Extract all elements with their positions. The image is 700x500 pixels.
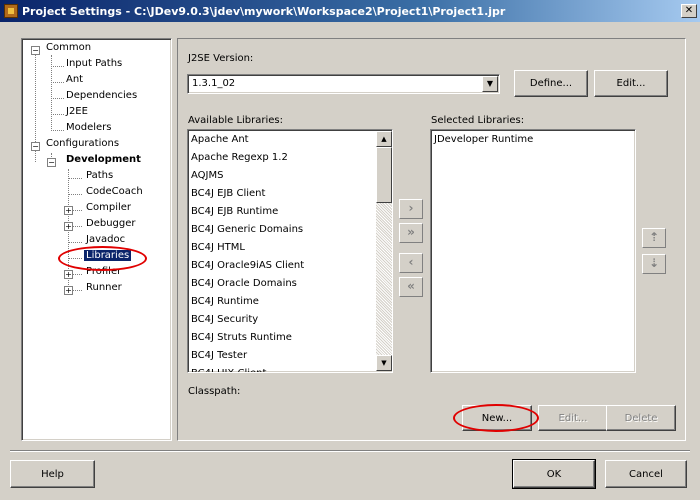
tree-item-libraries[interactable]: Libraries — [84, 250, 132, 261]
list-item[interactable]: BC4J Security — [191, 311, 258, 329]
j2se-version-label: J2SE Version: — [188, 53, 254, 64]
tree-connector — [51, 98, 64, 99]
available-scrollbar[interactable]: ▲ ▼ — [376, 131, 392, 371]
list-item[interactable]: BC4J Generic Domains — [191, 221, 303, 239]
scroll-down-icon[interactable]: ▼ — [376, 355, 392, 371]
tree-item-ant[interactable]: Ant — [64, 74, 85, 85]
window-title: Project Settings - C:\JDev9.0.3\jdev\myw… — [22, 4, 506, 18]
expand-icon[interactable]: + — [64, 222, 73, 231]
list-item[interactable]: BC4J UIX Client — [191, 365, 266, 372]
tree-connector — [73, 210, 82, 211]
help-button[interactable]: Help — [10, 460, 95, 488]
edit-j2se-button[interactable]: Edit... — [594, 70, 668, 97]
tree-connector — [73, 290, 82, 291]
tree-connector — [73, 274, 82, 275]
remove-library-button[interactable]: ‹ — [399, 253, 423, 273]
list-item[interactable]: AQJMS — [191, 167, 223, 185]
tree-item-configurations[interactable]: Configurations — [44, 138, 121, 149]
tree-connector — [68, 194, 82, 195]
tree-item-profiler[interactable]: Profiler — [84, 266, 123, 277]
classpath-label: Classpath: — [188, 386, 241, 397]
tree-connector — [68, 242, 82, 243]
tree-item-dependencies[interactable]: Dependencies — [64, 90, 139, 101]
cancel-button[interactable]: Cancel — [605, 460, 687, 488]
add-library-button[interactable]: › — [399, 199, 423, 219]
tree-item-development[interactable]: Development — [64, 154, 143, 165]
tree-connector — [68, 258, 82, 259]
define-button[interactable]: Define... — [514, 70, 588, 97]
window-close-button[interactable]: ✕ — [681, 4, 697, 18]
tree-connector — [51, 82, 64, 83]
list-item[interactable]: BC4J Oracle Domains — [191, 275, 297, 293]
list-item[interactable]: BC4J EJB Client — [191, 185, 265, 203]
title-bar[interactable]: Project Settings - C:\JDev9.0.3\jdev\myw… — [0, 0, 700, 22]
list-item[interactable]: BC4J HTML — [191, 239, 245, 257]
list-item[interactable]: JDeveloper Runtime — [434, 131, 533, 149]
tree-item-debugger[interactable]: Debugger — [84, 218, 138, 229]
dialog-divider — [10, 450, 690, 452]
j2se-version-value: 1.3.1_02 — [192, 78, 236, 89]
list-item[interactable]: BC4J Runtime — [191, 293, 259, 311]
settings-tree[interactable]: − Common Input Paths Ant Dependencies J2… — [21, 38, 172, 441]
expand-icon[interactable]: + — [64, 286, 73, 295]
tree-item-input-paths[interactable]: Input Paths — [64, 58, 124, 69]
tree-item-paths[interactable]: Paths — [84, 170, 115, 181]
tree-item-javadoc[interactable]: Javadoc — [84, 234, 127, 245]
chevron-down-icon[interactable]: ▼ — [482, 76, 498, 92]
tree-connector — [51, 114, 64, 115]
j2se-version-combo[interactable]: 1.3.1_02 ▼ — [187, 74, 500, 94]
list-item[interactable]: BC4J Oracle9iAS Client — [191, 257, 304, 275]
available-libraries-label: Available Libraries: — [188, 115, 283, 126]
remove-all-libraries-button[interactable]: « — [399, 277, 423, 297]
ok-button[interactable]: OK — [512, 459, 596, 489]
tree-item-common[interactable]: Common — [44, 42, 93, 53]
tree-connector — [51, 130, 64, 131]
collapse-icon[interactable]: − — [31, 142, 40, 151]
tree-item-modelers[interactable]: Modelers — [64, 122, 114, 133]
list-item[interactable]: BC4J Tester — [191, 347, 247, 365]
tree-item-runner[interactable]: Runner — [84, 282, 124, 293]
jdeveloper-app-icon — [4, 4, 18, 18]
selected-libraries-label: Selected Libraries: — [431, 115, 525, 126]
move-down-button[interactable]: ⇣ — [642, 254, 666, 274]
scroll-thumb[interactable] — [376, 147, 392, 203]
expand-icon[interactable]: + — [64, 206, 73, 215]
add-all-libraries-button[interactable]: » — [399, 223, 423, 243]
tree-item-codecoach[interactable]: CodeCoach — [84, 186, 145, 197]
collapse-icon[interactable]: − — [31, 46, 40, 55]
list-item[interactable]: Apache Ant — [191, 131, 249, 149]
list-item[interactable]: Apache Regexp 1.2 — [191, 149, 288, 167]
edit-classpath-button[interactable]: Edit... — [538, 405, 608, 431]
tree-connector — [68, 178, 82, 179]
expand-icon[interactable]: + — [64, 270, 73, 279]
tree-connector — [51, 66, 64, 67]
available-libraries-list[interactable]: Apache Ant Apache Regexp 1.2 AQJMS BC4J EJB… — [187, 129, 393, 373]
move-up-button[interactable]: ⇡ — [642, 228, 666, 248]
collapse-icon[interactable]: − — [47, 158, 56, 167]
tree-connector — [73, 226, 82, 227]
delete-classpath-button[interactable]: Delete — [606, 405, 676, 431]
list-item[interactable]: BC4J EJB Runtime — [191, 203, 278, 221]
tree-item-compiler[interactable]: Compiler — [84, 202, 133, 213]
scroll-up-icon[interactable]: ▲ — [376, 131, 392, 147]
tree-item-j2ee[interactable]: J2EE — [64, 106, 90, 117]
selected-libraries-list[interactable]: JDeveloper Runtime — [430, 129, 636, 373]
list-item[interactable]: BC4J Struts Runtime — [191, 329, 292, 347]
new-classpath-button[interactable]: New... — [462, 405, 532, 431]
